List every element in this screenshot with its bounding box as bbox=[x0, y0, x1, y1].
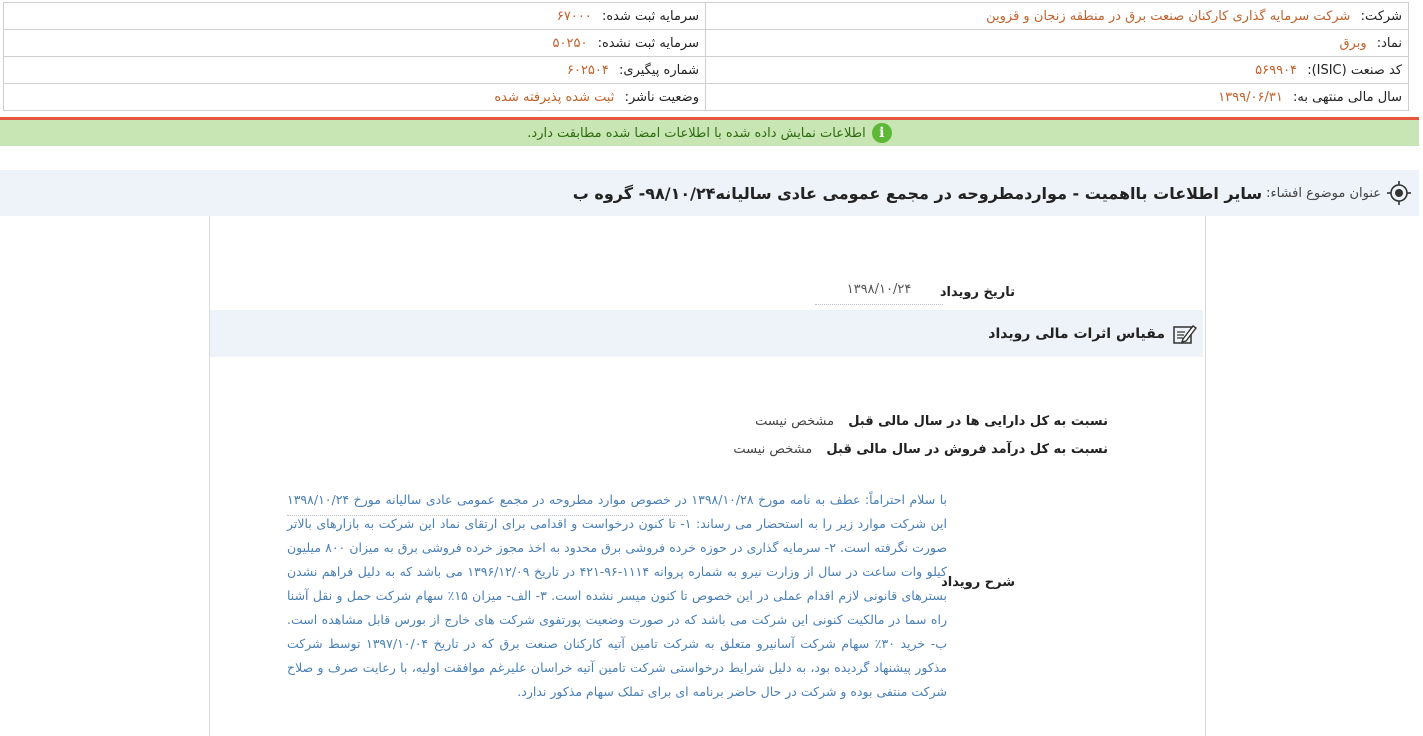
edit-document-icon bbox=[1173, 324, 1197, 344]
unregistered-capital-cell: سرمایه ثبت نشده: ۵۰۲۵۰ bbox=[3, 29, 706, 57]
assets-ratio-label: نسبت به کل دارایی ها در سال مالی قبل bbox=[848, 414, 1108, 429]
event-date-value: ۱۳۹۸/۱۰/۲۴ bbox=[815, 282, 943, 305]
signature-notice-bar: i اطلاعات نمایش داده شده با اطلاعات امضا… bbox=[0, 120, 1419, 146]
isic-value: ۵۶۹۹۰۴ bbox=[1255, 62, 1298, 78]
event-date-row: تاریخ رویداد ۱۳۹۸/۱۰/۲۴ bbox=[815, 282, 1015, 306]
event-date-label: تاریخ رویداد bbox=[939, 285, 1015, 300]
financial-scale-header: مقیاس اثرات مالی رویداد bbox=[210, 310, 1203, 357]
symbol-cell: نماد: وبرق bbox=[705, 29, 1409, 57]
isic-label: کد صنعت (ISIC): bbox=[1307, 62, 1402, 78]
revenue-ratio-label: نسبت به کل درآمد فروش در سال مالی قبل bbox=[826, 442, 1108, 457]
notice-text: اطلاعات نمایش داده شده با اطلاعات امضا ش… bbox=[527, 125, 866, 141]
info-icon: i bbox=[871, 123, 892, 143]
assets-ratio-value: مشخص نیست bbox=[755, 414, 835, 429]
fiscal-year-cell: سال مالی منتهی به: ۱۳۹۹/۰۶/۳۱ bbox=[705, 83, 1409, 111]
disclosure-title: سایر اطلاعات بااهمیت - مواردمطروحه در مج… bbox=[572, 183, 1263, 203]
tracking-label: شماره پیگیری: bbox=[619, 62, 699, 78]
publisher-status-label: وضعیت ناشر: bbox=[624, 89, 699, 105]
company-cell: شرکت: شرکت سرمایه گذاری کارکنان صنعت برق… bbox=[705, 2, 1409, 30]
company-value: شرکت سرمایه گذاری کارکنان صنعت برق در من… bbox=[986, 8, 1351, 24]
revenue-ratio-value: مشخص نیست bbox=[733, 442, 813, 457]
symbol-label: نماد: bbox=[1376, 35, 1402, 51]
tracking-cell: شماره پیگیری: ۶۰۲۵۰۴ bbox=[3, 56, 706, 84]
unregistered-capital-label: سرمایه ثبت نشده: bbox=[597, 35, 699, 51]
fiscal-year-label: سال مالی منتهی به: bbox=[1292, 89, 1402, 105]
company-label: شرکت: bbox=[1360, 8, 1402, 24]
publisher-status-value: ثبت شده پذیرفته شده bbox=[494, 89, 615, 105]
registered-capital-label: سرمایه ثبت شده: bbox=[601, 8, 699, 24]
financial-scale-title: مقیاس اثرات مالی رویداد bbox=[988, 325, 1165, 342]
registered-capital-value: ۶۷۰۰۰ bbox=[556, 8, 592, 24]
event-description-text: با سلام احتراماً: عطف به نامه مورخ ۱۳۹۸/… bbox=[287, 492, 948, 699]
disclosure-title-label: عنوان موضوع افشاء: bbox=[1266, 185, 1381, 201]
symbol-value: وبرق bbox=[1339, 35, 1367, 51]
isic-cell: کد صنعت (ISIC): ۵۶۹۹۰۴ bbox=[705, 56, 1409, 84]
event-description-label: شرح رویداد bbox=[941, 575, 1015, 590]
fiscal-year-value: ۱۳۹۹/۰۶/۳۱ bbox=[1218, 89, 1283, 105]
publisher-status-cell: وضعیت ناشر: ثبت شده پذیرفته شده bbox=[3, 83, 706, 111]
disclosure-title-bar: عنوان موضوع افشاء: سایر اطلاعات بااهمیت … bbox=[0, 170, 1419, 216]
revenue-ratio-row: نسبت به کل درآمد فروش در سال مالی قبل مش… bbox=[733, 442, 1108, 457]
assets-ratio-row: نسبت به کل دارایی ها در سال مالی قبل مشخ… bbox=[755, 414, 1108, 429]
tracking-value: ۶۰۲۵۰۴ bbox=[566, 62, 609, 78]
company-info-table: شرکت: شرکت سرمایه گذاری کارکنان صنعت برق… bbox=[3, 2, 1409, 111]
target-icon bbox=[1387, 181, 1411, 205]
unregistered-capital-value: ۵۰۲۵۰ bbox=[552, 35, 588, 51]
registered-capital-cell: سرمایه ثبت شده: ۶۷۰۰۰ bbox=[3, 2, 706, 30]
